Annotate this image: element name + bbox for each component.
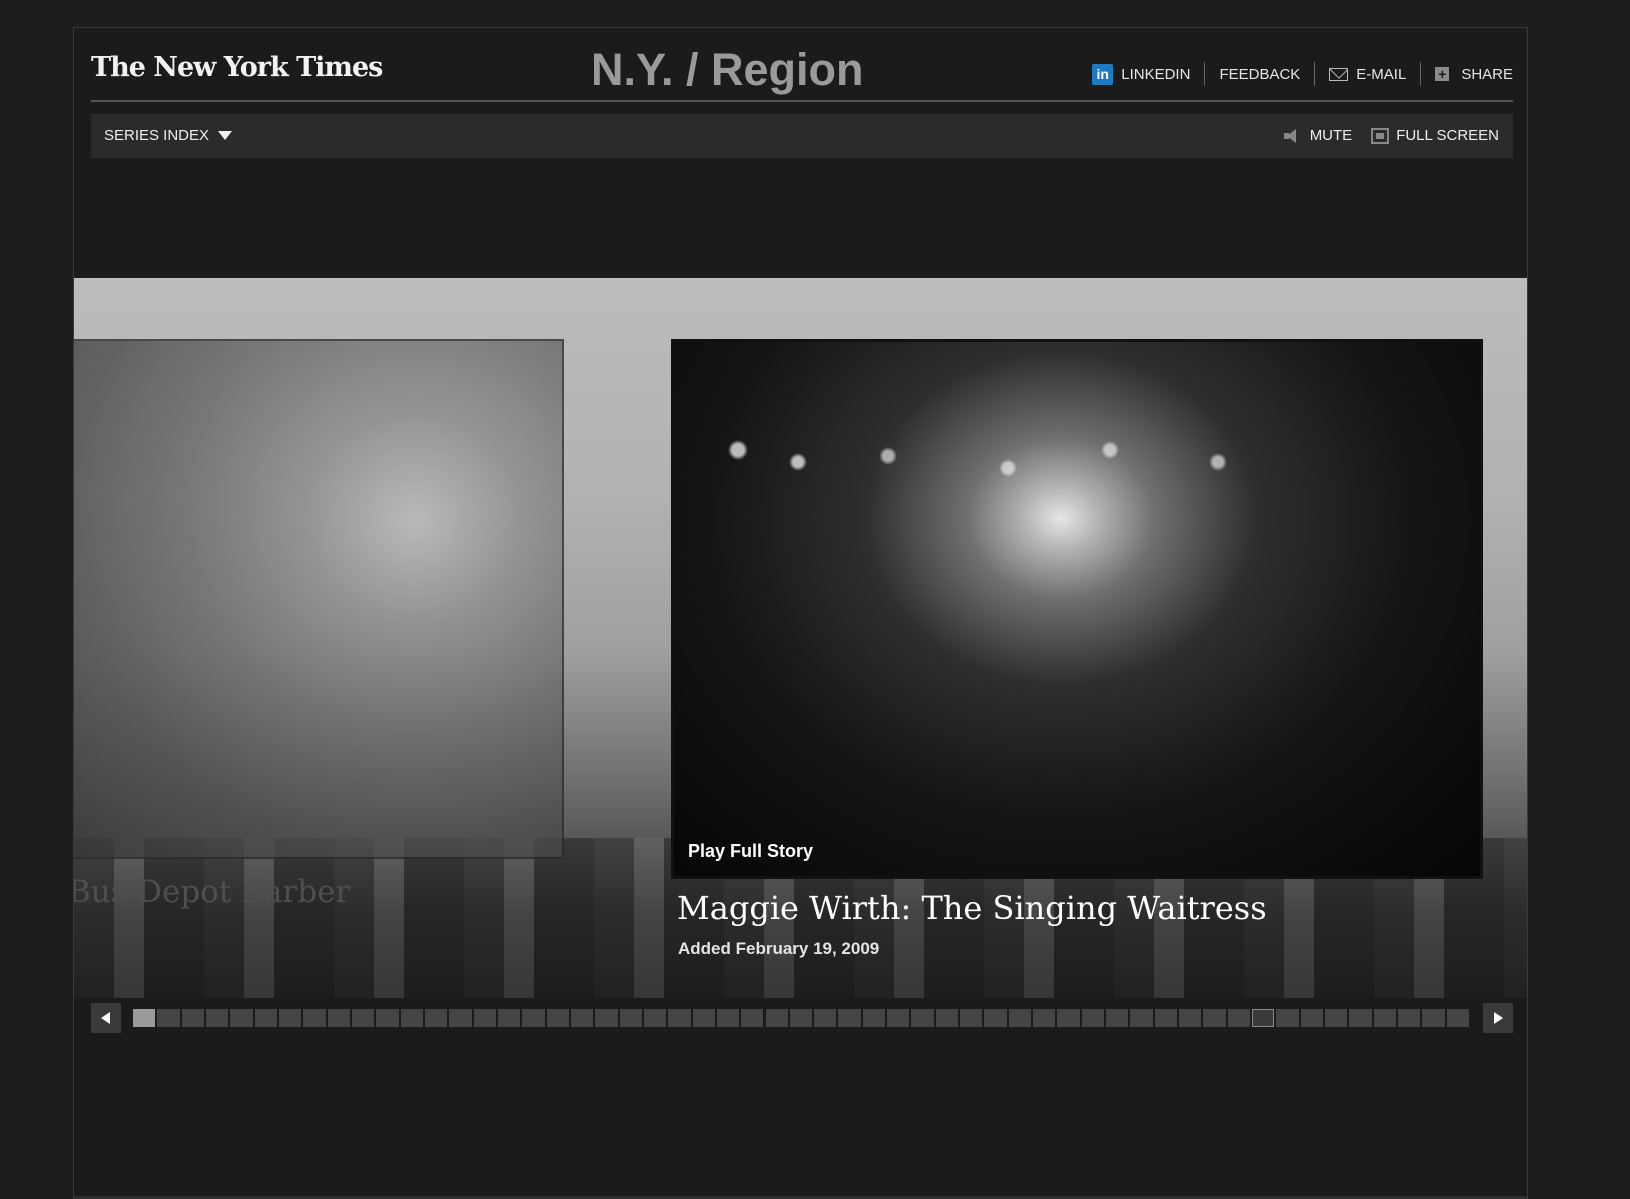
- scrubber-dot[interactable]: [376, 1009, 399, 1027]
- scrubber-dot[interactable]: [400, 1009, 423, 1027]
- scrubber-dot[interactable]: [230, 1009, 253, 1027]
- scrubber-dot[interactable]: [765, 1009, 788, 1027]
- feedback-label: FEEDBACK: [1219, 65, 1301, 83]
- current-story-title[interactable]: Maggie Wirth: The Singing Waitress: [677, 889, 1267, 927]
- page-title: N.Y. / Region: [591, 44, 864, 95]
- caret-down-icon: [218, 131, 233, 140]
- linkedin-link[interactable]: in LINKEDIN: [1078, 63, 1204, 85]
- scrubber-dot[interactable]: [1033, 1009, 1056, 1027]
- envelope-icon: [1329, 67, 1349, 81]
- plus-icon: +: [1435, 67, 1450, 81]
- scrubber-dot[interactable]: [157, 1009, 180, 1027]
- current-story-date: Added February 19, 2009: [678, 939, 880, 958]
- story-carousel: Bus-Depot Barber Play Full Story Maggie …: [74, 278, 1527, 998]
- full-screen-button[interactable]: FULL SCREEN: [1371, 127, 1499, 144]
- scrubber-dot[interactable]: [668, 1009, 691, 1027]
- scrubber-dot[interactable]: [643, 1009, 667, 1027]
- scrubber-dot[interactable]: [716, 1009, 740, 1027]
- scrubber-dot[interactable]: [522, 1009, 545, 1027]
- previous-story-thumbnail[interactable]: [74, 339, 564, 859]
- scrubber-dot[interactable]: [960, 1009, 983, 1027]
- scrubber-dot[interactable]: [424, 1009, 448, 1027]
- share-label: SHARE: [1461, 65, 1513, 83]
- email-label: E-MAIL: [1356, 65, 1407, 83]
- scrubber-track: [133, 1009, 1471, 1027]
- scrubber-dot[interactable]: [278, 1009, 302, 1027]
- scrubber-dot[interactable]: [1276, 1009, 1299, 1027]
- scrubber-dot[interactable]: [546, 1009, 569, 1027]
- previous-story-title[interactable]: Bus-Depot Barber: [74, 874, 350, 910]
- speaker-icon: [1283, 128, 1304, 144]
- scrubber-dot[interactable]: [984, 1009, 1007, 1027]
- scrubber-dot[interactable]: [692, 1009, 715, 1027]
- scrubber-dot[interactable]: [1349, 1009, 1372, 1027]
- scrubber-dot[interactable]: [181, 1009, 204, 1027]
- linkedin-label: LINKEDIN: [1121, 65, 1191, 83]
- scrubber-dot[interactable]: [1252, 1009, 1275, 1027]
- scrubber-dot[interactable]: [351, 1009, 375, 1027]
- scrubber-dot[interactable]: [911, 1009, 934, 1027]
- scrubber-dot[interactable]: [303, 1009, 326, 1027]
- scrubber-dot[interactable]: [1154, 1009, 1178, 1027]
- scrubber-dot[interactable]: [133, 1009, 156, 1027]
- scrubber-dot[interactable]: [254, 1009, 277, 1027]
- scrubber-dot[interactable]: [1106, 1009, 1129, 1027]
- scrubber-dot[interactable]: [1227, 1009, 1251, 1027]
- series-index-label: SERIES INDEX: [104, 127, 210, 144]
- feedback-link[interactable]: FEEDBACK: [1205, 66, 1314, 83]
- share-toolbar: in LINKEDIN FEEDBACK E-MAIL + SHARE: [1078, 62, 1513, 86]
- scrubber-dot[interactable]: [887, 1009, 910, 1027]
- scrubber-dot[interactable]: [497, 1009, 521, 1027]
- viewer-controls: MUTE FULL SCREEN: [1265, 127, 1499, 144]
- linkedin-icon: in: [1092, 63, 1114, 85]
- scrubber-dot[interactable]: [1325, 1009, 1348, 1027]
- fullscreen-icon: [1371, 127, 1390, 144]
- multimedia-viewer: The New York Times N.Y. / Region in LINK…: [73, 27, 1528, 1199]
- full-screen-label: FULL SCREEN: [1396, 127, 1499, 144]
- header: The New York Times N.Y. / Region in LINK…: [91, 28, 1513, 102]
- email-link[interactable]: E-MAIL: [1315, 66, 1420, 83]
- scrubber-dot[interactable]: [449, 1009, 472, 1027]
- scrubber-dot[interactable]: [1300, 1009, 1324, 1027]
- scrubber-dot[interactable]: [473, 1009, 496, 1027]
- play-full-story-button[interactable]: Play Full Story: [688, 841, 813, 862]
- scrubber-dot[interactable]: [595, 1009, 618, 1027]
- scrubber-dot[interactable]: [1130, 1009, 1153, 1027]
- share-link[interactable]: + SHARE: [1421, 66, 1513, 83]
- mute-label: MUTE: [1309, 127, 1353, 144]
- scrubber-dot[interactable]: [1422, 1009, 1445, 1027]
- scrubber-dot[interactable]: [327, 1009, 350, 1027]
- series-index-dropdown[interactable]: SERIES INDEX: [104, 127, 233, 144]
- scrubber-dot[interactable]: [1081, 1009, 1105, 1027]
- scrubber-dot[interactable]: [205, 1009, 229, 1027]
- previous-arrow-button[interactable]: [91, 1003, 121, 1033]
- scrubber-dot[interactable]: [619, 1009, 642, 1027]
- scrubber-dot[interactable]: [1398, 1009, 1421, 1027]
- scrubber-dot[interactable]: [862, 1009, 886, 1027]
- scrubber-dot[interactable]: [1179, 1009, 1202, 1027]
- viewer-navbar: SERIES INDEX MUTE FULL SCREEN: [91, 114, 1513, 158]
- next-arrow-button[interactable]: [1483, 1003, 1513, 1033]
- scrubber-dot[interactable]: [789, 1009, 813, 1027]
- scrubber-dot[interactable]: [1057, 1009, 1080, 1027]
- scrubber-dot[interactable]: [838, 1009, 861, 1027]
- scrubber-dot[interactable]: [814, 1009, 837, 1027]
- scrubber-dot[interactable]: [1203, 1009, 1226, 1027]
- scrubber-dot[interactable]: [935, 1009, 959, 1027]
- nyt-logo[interactable]: The New York Times: [91, 52, 383, 83]
- photo-lights: [678, 402, 1278, 522]
- scrubber-dot[interactable]: [1008, 1009, 1032, 1027]
- mute-button[interactable]: MUTE: [1283, 127, 1353, 144]
- story-scrubber: [91, 1003, 1513, 1033]
- current-story-image[interactable]: Play Full Story: [671, 339, 1483, 879]
- scrubber-dot[interactable]: [570, 1009, 594, 1027]
- scrubber-dot[interactable]: [1446, 1009, 1469, 1027]
- scrubber-dot[interactable]: [741, 1009, 764, 1027]
- scrubber-dot[interactable]: [1373, 1009, 1396, 1027]
